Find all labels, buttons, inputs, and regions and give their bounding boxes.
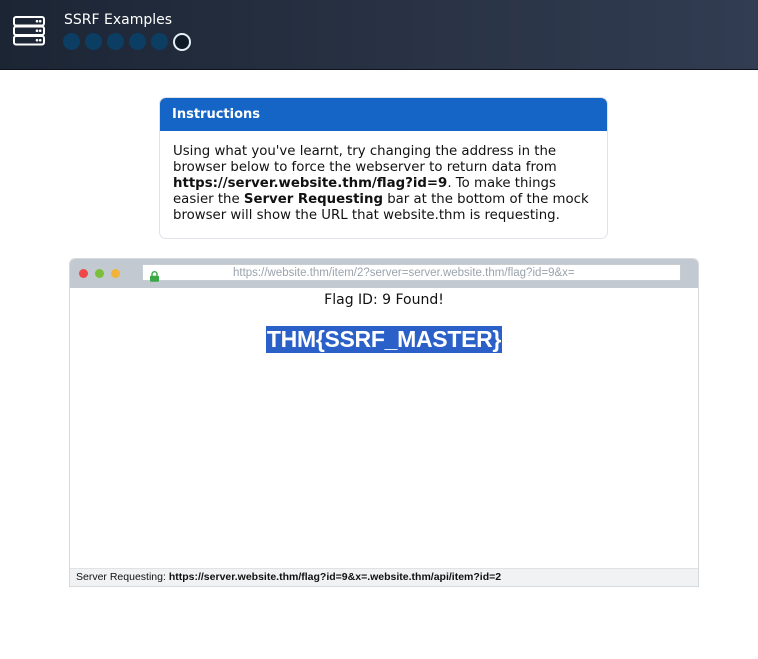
step-dot-3[interactable] [107, 33, 124, 50]
server-requesting-bar: Server Requesting: https://server.websit… [70, 568, 698, 586]
close-window-dot[interactable] [79, 269, 88, 278]
step-dot-4[interactable] [129, 33, 146, 50]
server-requesting-label: Server Requesting: [76, 571, 169, 583]
mock-browser: https://website.thm/item/2?server=server… [69, 258, 699, 587]
flag-status-text: Flag ID: 9 Found! [324, 292, 444, 308]
browser-viewport: Flag ID: 9 Found! THM{SSRF_MASTER} [70, 288, 698, 569]
step-progress [63, 32, 196, 51]
maximize-window-dot[interactable] [111, 269, 120, 278]
address-bar-url[interactable]: https://website.thm/item/2?server=server… [233, 265, 575, 281]
step-dot-5[interactable] [151, 33, 168, 50]
server-requesting-term: Server Requesting [243, 192, 383, 207]
top-header-bar: SSRF Examples [0, 0, 758, 70]
step-dot-2[interactable] [85, 33, 102, 50]
step-dot-6[interactable] [173, 32, 191, 51]
instructions-text: Using what you've learnt, try changing t… [160, 131, 607, 224]
server-stack-icon [12, 15, 46, 47]
target-url: https://server.website.thm/flag?id=9 [173, 176, 448, 191]
step-dot-1[interactable] [63, 33, 80, 50]
flag-value[interactable]: THM{SSRF_MASTER} [265, 326, 503, 353]
instructions-title: Instructions [160, 98, 607, 131]
browser-toolbar: https://website.thm/item/2?server=server… [70, 259, 698, 288]
server-requesting-url: https://server.website.thm/flag?id=9&x=.… [168, 571, 502, 583]
minimize-window-dot[interactable] [95, 269, 104, 278]
lock-icon [149, 267, 160, 282]
instructions-text-part-1: Using what you've learnt, try changing t… [173, 144, 557, 175]
instructions-card: Instructions Using what you've learnt, t… [159, 97, 608, 239]
address-bar[interactable]: https://website.thm/item/2?server=server… [142, 264, 681, 282]
app-title: SSRF Examples [64, 12, 173, 28]
